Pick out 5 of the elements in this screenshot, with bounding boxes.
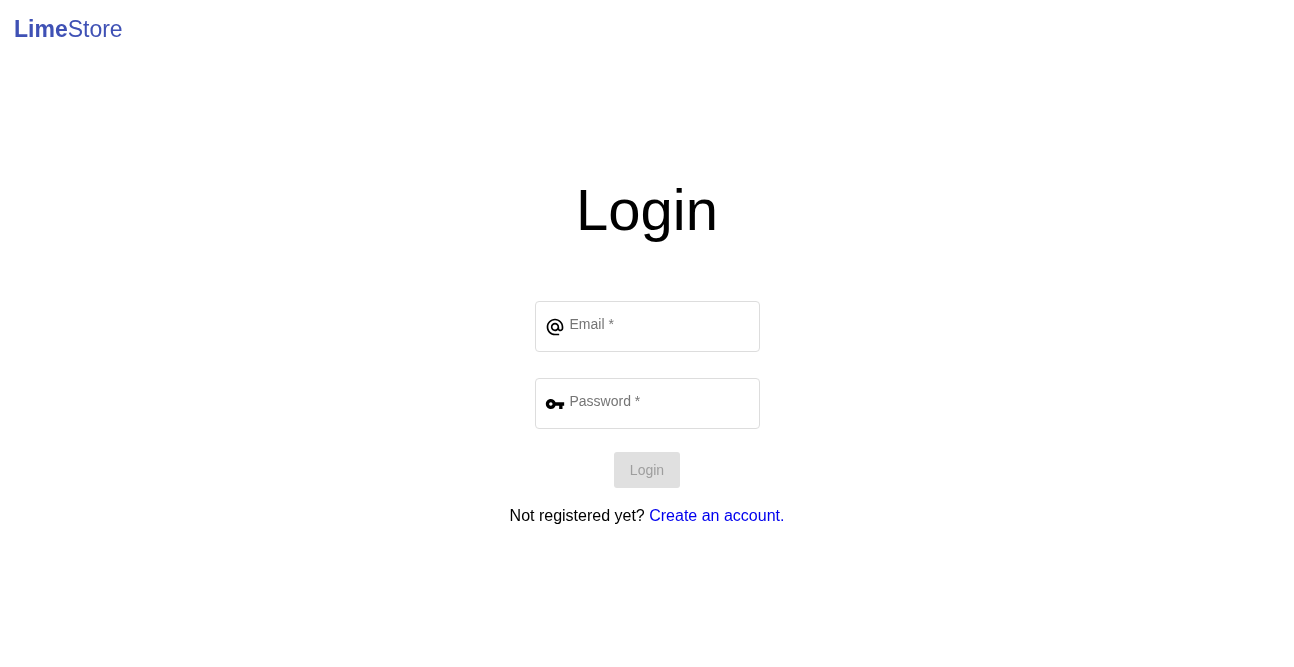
password-field[interactable]: Password * xyxy=(534,378,760,429)
store-logo[interactable]: LimeStore xyxy=(14,16,123,42)
email-field[interactable]: Email * xyxy=(534,301,760,352)
register-prompt: Not registered yet? xyxy=(509,507,645,524)
create-account-link[interactable]: Create an account. xyxy=(649,507,785,524)
